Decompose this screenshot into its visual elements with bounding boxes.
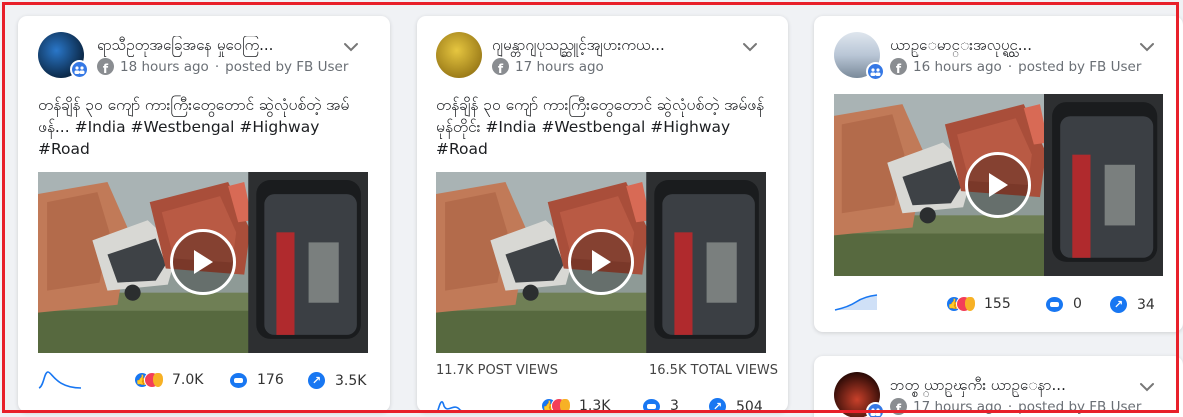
comment-icon: [230, 372, 247, 388]
post-card[interactable]: ဘတ္စ္ ယာဥ္ၾကီး ယာဥ္ေနာ... f 17 hours ago…: [814, 356, 1183, 417]
reactions-stat[interactable]: 👍 1.3K: [541, 398, 610, 412]
posted-by: posted by FB User: [1018, 398, 1142, 415]
comments-stat[interactable]: 176: [230, 372, 284, 388]
share-icon: ↗: [709, 398, 726, 412]
play-icon[interactable]: [568, 229, 634, 295]
reactions-stat[interactable]: 👍 155: [946, 296, 1011, 312]
chevron-down-icon[interactable]: [342, 38, 360, 56]
group-badge-icon: [866, 402, 885, 417]
video-thumbnail[interactable]: [38, 172, 368, 353]
post-card[interactable]: ရာသီဥတုအခြေအနေ မှုဝေကြ... f 18 hours ago…: [18, 16, 390, 412]
shares-stat[interactable]: ↗ 34: [1110, 296, 1155, 313]
meta-separator: ·: [214, 58, 220, 75]
chevron-down-icon[interactable]: [741, 38, 759, 56]
sparkline-trend-icon[interactable]: [38, 370, 82, 390]
sparkline-trend-icon[interactable]: [834, 292, 878, 312]
reaction-count: 155: [984, 296, 1011, 312]
posted-by: posted by FB User: [225, 58, 349, 75]
page-name[interactable]: ရာသီဥတုအခြေအနေ မှုဝေကြ...: [97, 36, 327, 58]
page-avatar[interactable]: [436, 32, 482, 78]
chevron-down-icon[interactable]: [1138, 378, 1156, 396]
like-love-haha-reactions-icon: 👍: [541, 398, 570, 412]
comment-count: 176: [257, 372, 284, 388]
video-thumbnail[interactable]: [436, 172, 766, 353]
post-card[interactable]: ယာဥ္ေမာင္းအလုပ္ရွင္သ... f 16 hours ago ·…: [814, 16, 1183, 332]
facebook-icon: f: [890, 398, 907, 415]
shares-stat[interactable]: ↗ 3.5K: [308, 372, 366, 389]
share-count: 34: [1137, 296, 1155, 313]
post-time[interactable]: 17 hours ago: [515, 59, 604, 75]
reaction-count: 1.3K: [579, 398, 611, 412]
comment-count: 0: [1073, 296, 1082, 312]
post-time[interactable]: 16 hours ago: [913, 59, 1002, 75]
share-icon: ↗: [308, 372, 325, 389]
post-meta: f 16 hours ago · posted by FB User: [890, 58, 1141, 75]
post-time[interactable]: 17 hours ago: [913, 399, 1002, 415]
total-views: 16.5K TOTAL VIEWS: [649, 363, 779, 378]
page-name[interactable]: ဘတ္စ္ ယာဥ္ၾကီး ယာဥ္ေနာ...: [890, 376, 1120, 398]
post-meta: f 17 hours ago · posted by FB User: [890, 398, 1141, 415]
share-icon: ↗: [1110, 296, 1127, 313]
group-badge-icon: [70, 60, 89, 79]
post-text: တန်ချိန် ၃၀ ကျော် ကားကြီးတွေတောင် ဆွဲလုံ…: [436, 96, 765, 158]
facebook-icon: f: [890, 58, 907, 75]
meta-separator: ·: [1007, 58, 1013, 75]
video-thumbnail[interactable]: [834, 94, 1163, 276]
post-meta: f 17 hours ago: [492, 58, 604, 75]
chevron-down-icon[interactable]: [1138, 38, 1156, 56]
share-count: 504: [736, 398, 763, 413]
post-card[interactable]: ဂျမန္တာဂျပုသည္ဆူင့်အျပားကယ... f 17 hours…: [417, 16, 788, 412]
like-love-haha-reactions-icon: 👍: [946, 296, 975, 312]
comments-stat[interactable]: 0: [1046, 296, 1082, 312]
comments-stat[interactable]: 3: [643, 398, 679, 412]
share-count: 3.5K: [335, 372, 367, 389]
posted-by: posted by FB User: [1018, 58, 1142, 75]
post-text: တန်ချိန် ၃၀ ကျော် ကားကြီးတွေတောင် ဆွဲလုံ…: [38, 96, 350, 158]
reactions-stat[interactable]: 👍 7.0K: [134, 372, 203, 388]
comment-icon: [1046, 296, 1063, 312]
meta-separator: ·: [1007, 398, 1013, 415]
facebook-icon: f: [492, 58, 509, 75]
group-badge-icon: [866, 62, 885, 81]
play-icon[interactable]: [965, 152, 1031, 218]
facebook-icon: f: [97, 58, 114, 75]
like-love-haha-reactions-icon: 👍: [134, 372, 163, 388]
comment-icon: [643, 398, 660, 412]
comment-count: 3: [670, 398, 679, 412]
post-time[interactable]: 18 hours ago: [120, 59, 209, 75]
sparkline-trend-icon[interactable]: [436, 396, 480, 412]
page-name[interactable]: ယာဥ္ေမာင္းအလုပ္ရွင္သ...: [890, 36, 1120, 58]
play-icon[interactable]: [170, 229, 236, 295]
post-views: 11.7K POST VIEWS: [436, 363, 559, 378]
post-meta: f 18 hours ago · posted by FB User: [97, 58, 348, 75]
page-name[interactable]: ဂျမန္တာဂျပုသည္ဆူင့်အျပားကယ...: [492, 36, 722, 58]
reaction-count: 7.0K: [172, 372, 204, 388]
shares-stat[interactable]: ↗ 504: [709, 398, 763, 412]
